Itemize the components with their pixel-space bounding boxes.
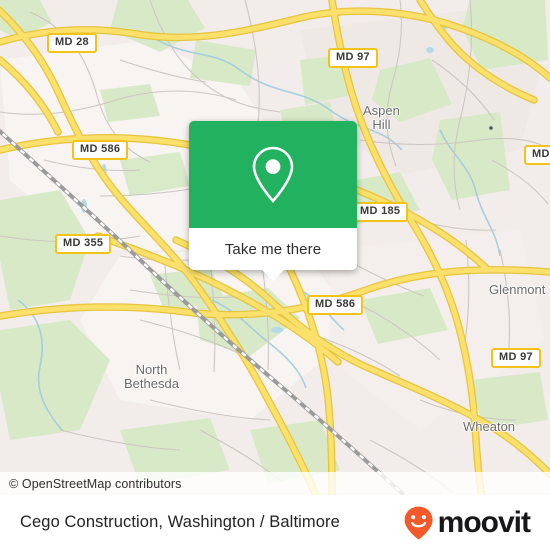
place-label-glenmont: Glenmont <box>489 283 545 297</box>
moovit-logo[interactable]: moovit <box>402 505 531 541</box>
place-label-wheaton: Wheaton <box>463 420 515 434</box>
openstreetmap-attribution[interactable]: © OpenStreetMap contributors <box>0 477 182 491</box>
place-label-line: Glenmont <box>489 282 546 297</box>
road-shield-md-97-south[interactable]: MD 97 <box>491 348 541 368</box>
moovit-smiley-pin-icon <box>404 506 433 540</box>
popup-action-bar[interactable]: Take me there <box>189 228 357 281</box>
place-label-line: Wheaton <box>463 419 516 434</box>
place-label-line: Aspen <box>363 103 400 118</box>
road-shield-md-355[interactable]: MD 355 <box>55 234 112 254</box>
place-label-north-bethesda: North Bethesda <box>124 363 179 391</box>
take-me-there-label: Take me there <box>224 240 322 258</box>
map-screenshot-root: MD 28 MD 97 MD 586 MD MD 185 MD 355 MD 5… <box>0 0 550 550</box>
moovit-wordmark: moovit <box>437 505 531 539</box>
road-shield-md-edge[interactable]: MD <box>524 145 550 165</box>
place-label-line: Bethesda <box>124 376 179 391</box>
road-shield-md-185[interactable]: MD 185 <box>352 202 409 222</box>
road-shield-md-586-south[interactable]: MD 586 <box>307 295 364 315</box>
location-pin-icon <box>252 146 294 203</box>
popup-pin-area <box>189 121 357 228</box>
place-label-line: Hill <box>372 117 391 132</box>
road-shield-md-586[interactable]: MD 586 <box>72 140 129 160</box>
place-label-line: North <box>135 362 168 377</box>
location-popup-card[interactable]: Take me there <box>189 121 357 281</box>
map-canvas[interactable]: MD 28 MD 97 MD 586 MD MD 185 MD 355 MD 5… <box>0 0 550 495</box>
popup-tail-pointer <box>261 269 285 281</box>
map-attribution-bar: © OpenStreetMap contributors <box>0 472 550 495</box>
place-label-aspen-hill: Aspen Hill <box>363 104 400 132</box>
footer-bar: Cego Construction, Washington / Baltimor… <box>0 495 550 550</box>
road-shield-md-28[interactable]: MD 28 <box>47 33 97 53</box>
location-title: Cego Construction, Washington / Baltimor… <box>20 513 340 531</box>
road-shield-md-97[interactable]: MD 97 <box>328 48 378 68</box>
